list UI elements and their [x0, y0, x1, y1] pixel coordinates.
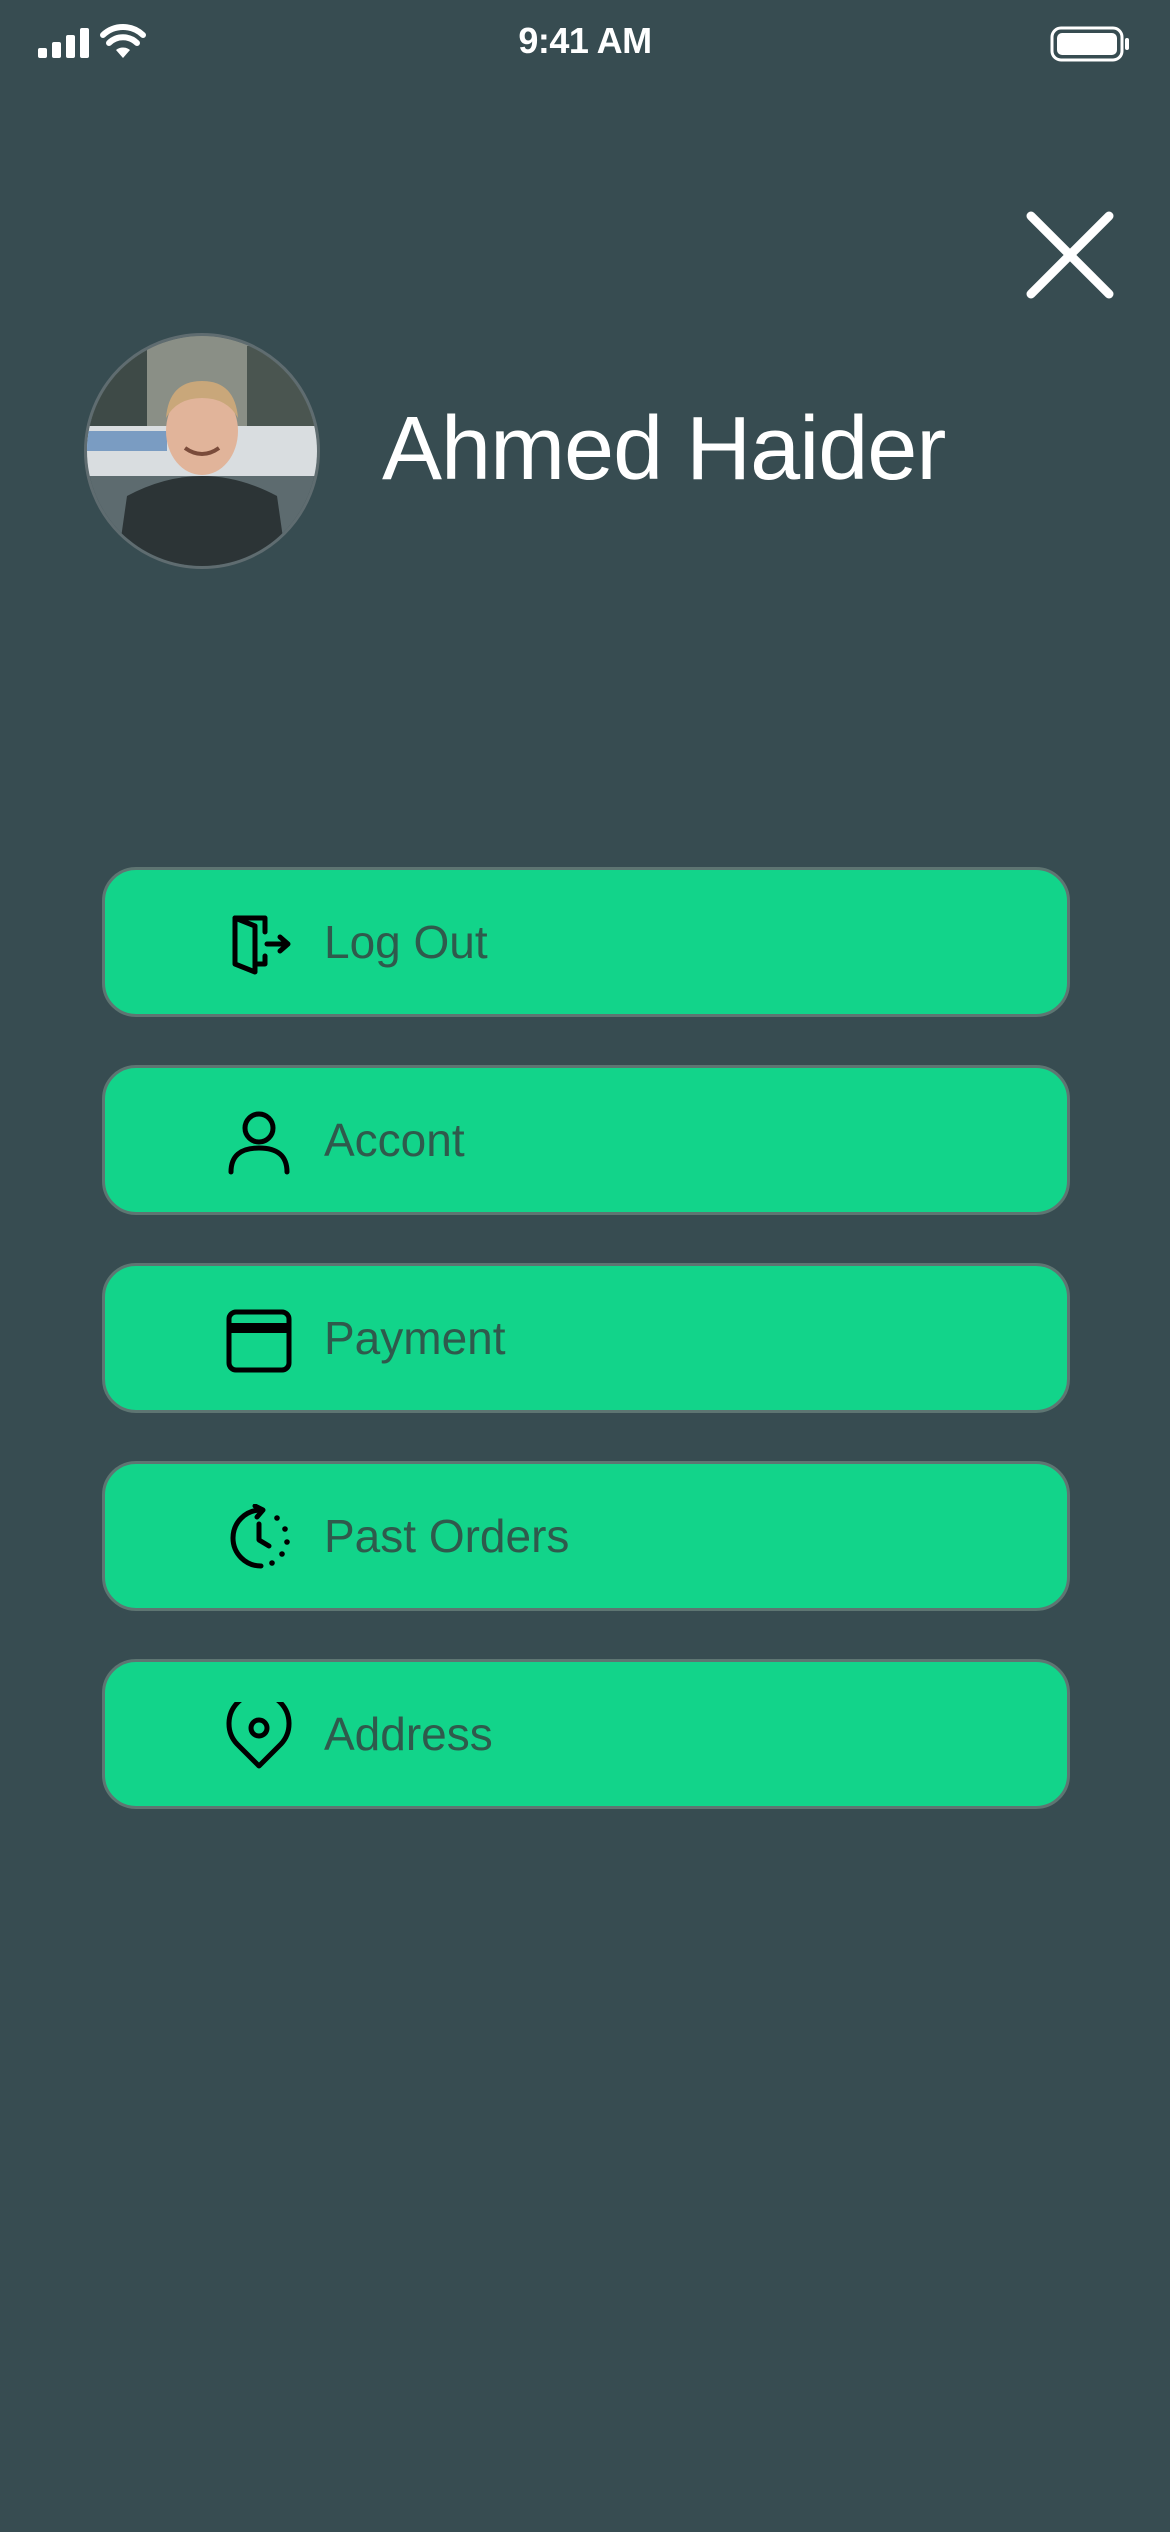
account-button[interactable]: Accont [102, 1065, 1070, 1215]
payment-label: Payment [324, 1312, 506, 1364]
profile-name: Ahmed Haider [382, 399, 946, 499]
address-button[interactable]: Address [102, 1659, 1070, 1809]
address-label: Address [324, 1708, 493, 1760]
log-out-button[interactable]: Log Out [102, 867, 1070, 1017]
location-pin-icon [226, 1702, 292, 1769]
battery-icon [1050, 26, 1129, 62]
user-icon [228, 1111, 290, 1175]
avatar[interactable] [84, 333, 320, 569]
history-clock-icon [230, 1504, 290, 1569]
menu: Log Out Accont Payment Past Orders Addre… [102, 867, 1070, 1857]
payment-button[interactable]: Payment [102, 1263, 1070, 1413]
close-button[interactable] [1015, 200, 1125, 310]
log-out-icon [232, 915, 291, 975]
close-icon [1026, 211, 1114, 299]
past-orders-button[interactable]: Past Orders [102, 1461, 1070, 1611]
account-label: Accont [324, 1114, 465, 1166]
profile-photo [87, 336, 317, 566]
past-orders-label: Past Orders [324, 1510, 570, 1562]
credit-card-icon [226, 1309, 292, 1373]
log-out-label: Log Out [324, 916, 488, 968]
status-bar: 9:41 AM [0, 0, 1170, 90]
status-time: 9:41 AM [518, 20, 652, 61]
